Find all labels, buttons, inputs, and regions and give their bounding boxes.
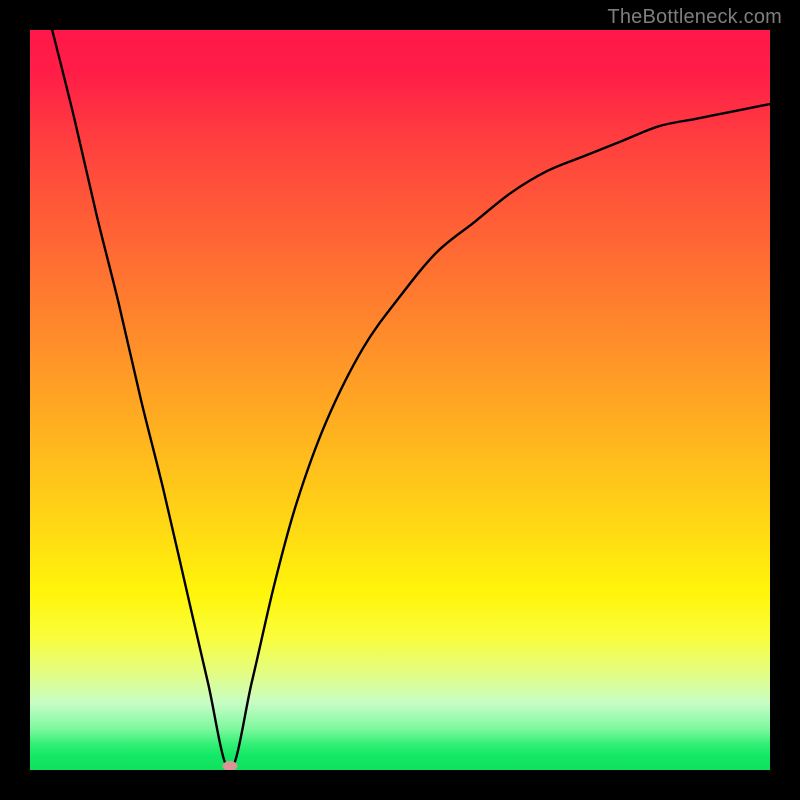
plot-area: [30, 30, 770, 770]
minimum-marker-dot: [222, 761, 237, 770]
curve-svg: [30, 30, 770, 770]
chart-container: TheBottleneck.com: [0, 0, 800, 800]
bottleneck-curve: [52, 30, 770, 770]
watermark-label: TheBottleneck.com: [607, 6, 782, 29]
